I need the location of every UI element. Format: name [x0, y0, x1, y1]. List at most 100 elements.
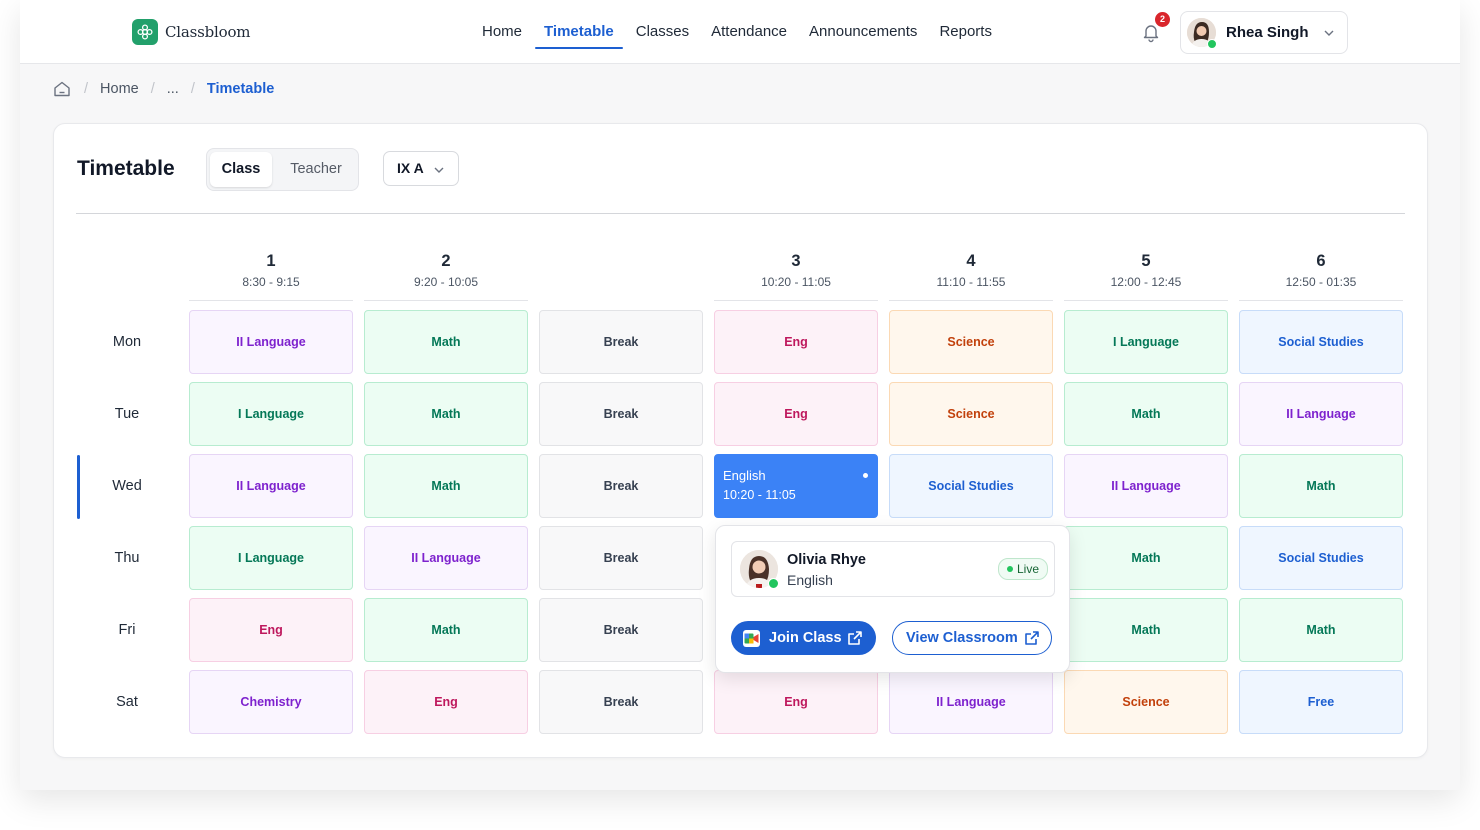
breadcrumb-ellipsis[interactable]: ... — [167, 81, 179, 97]
breadcrumb-separator: / — [190, 81, 195, 97]
period-cell[interactable]: Break — [539, 526, 703, 590]
app-logo[interactable]: Classbloom — [132, 19, 251, 45]
chevron-down-icon — [1323, 26, 1335, 44]
period-cell[interactable]: I Language — [189, 382, 353, 446]
period-cell[interactable]: I Language — [1064, 310, 1228, 374]
cell-subject: Science — [947, 407, 995, 421]
period-cell[interactable]: Math — [364, 310, 528, 374]
period-header-6: 6 12:50 - 01:35 — [1239, 251, 1403, 289]
active-period-cell[interactable]: English 10:20 - 11:05 — [714, 454, 878, 518]
period-cell[interactable]: Eng — [714, 382, 878, 446]
period-cell[interactable]: Break — [539, 598, 703, 662]
period-cell[interactable]: Break — [539, 670, 703, 734]
nav-reports[interactable]: Reports — [928, 0, 1003, 63]
period-cell[interactable]: Math — [1064, 382, 1228, 446]
period-header-2: 2 9:20 - 10:05 — [364, 251, 528, 289]
period-number: 6 — [1316, 252, 1326, 270]
toggle-class[interactable]: Class — [210, 152, 272, 187]
period-cell[interactable]: Science — [889, 382, 1053, 446]
teacher-name: Olivia Rhye — [787, 552, 866, 568]
join-class-label: Join Class — [769, 630, 842, 646]
period-cell[interactable]: II Language — [189, 310, 353, 374]
nav-classes[interactable]: Classes — [625, 0, 700, 63]
cell-subject: Break — [603, 407, 639, 421]
period-cell[interactable]: Math — [1064, 526, 1228, 590]
period-cell[interactable]: Math — [364, 454, 528, 518]
period-cell[interactable]: Eng — [189, 598, 353, 662]
breadcrumb-separator: / — [150, 81, 155, 97]
period-cell[interactable]: I Language — [189, 526, 353, 590]
period-cell[interactable]: Math — [1239, 454, 1403, 518]
cell-subject: Science — [1122, 695, 1170, 709]
period-cell[interactable]: Math — [364, 382, 528, 446]
period-cell[interactable]: Eng — [364, 670, 528, 734]
period-cell[interactable]: Free — [1239, 670, 1403, 734]
period-cell[interactable]: Break — [539, 310, 703, 374]
period-time: 10:20 - 11:05 — [761, 275, 831, 289]
period-cell[interactable]: Break — [539, 382, 703, 446]
cell-subject: Eng — [784, 695, 808, 709]
period-cell[interactable]: Math — [1239, 598, 1403, 662]
period-cell[interactable]: Eng — [714, 310, 878, 374]
period-cell[interactable]: Science — [889, 310, 1053, 374]
cell-subject: Science — [947, 335, 995, 349]
join-class-button[interactable]: Join Class — [731, 621, 876, 655]
cell-subject: Chemistry — [240, 695, 302, 709]
period-number: 2 — [441, 252, 451, 270]
cell-subject: Math — [1306, 479, 1336, 493]
user-menu[interactable]: Rhea Singh — [1180, 11, 1348, 54]
period-cell[interactable]: II Language — [189, 454, 353, 518]
cell-subject: Eng — [784, 335, 808, 349]
period-cell[interactable]: Eng — [714, 670, 878, 734]
nav-timetable[interactable]: Timetable — [533, 0, 625, 63]
cell-subject: English — [723, 468, 766, 483]
cell-subject: Math — [431, 407, 461, 421]
live-indicator-dot — [863, 473, 868, 478]
period-header-4: 4 11:10 - 11:55 — [889, 251, 1053, 289]
view-classroom-button[interactable]: View Classroom — [892, 621, 1052, 655]
nav-home[interactable]: Home — [471, 0, 533, 63]
cell-time: 10:20 - 11:05 — [723, 488, 796, 502]
cell-subject: Social Studies — [1278, 551, 1364, 565]
nav-attendance[interactable]: Attendance — [700, 0, 798, 63]
view-toggle: Class Teacher — [206, 148, 359, 191]
cell-subject: I Language — [238, 551, 304, 565]
period-cell[interactable]: Math — [364, 598, 528, 662]
period-cell[interactable]: II Language — [889, 670, 1053, 734]
period-time: 11:10 - 11:55 — [936, 275, 1006, 289]
cell-subject: Break — [603, 551, 639, 565]
period-cell[interactable]: Social Studies — [889, 454, 1053, 518]
period-cell[interactable]: Science — [1064, 670, 1228, 734]
period-number: 3 — [791, 252, 801, 270]
header-divider — [76, 213, 1405, 214]
period-cell[interactable]: Social Studies — [1239, 310, 1403, 374]
cell-subject: II Language — [1286, 407, 1356, 421]
period-cell[interactable]: Math — [1064, 598, 1228, 662]
app-window: Classbloom Home Timetable Classes Attend… — [20, 0, 1460, 790]
cell-subject: Math — [1306, 623, 1336, 637]
toggle-teacher[interactable]: Teacher — [277, 152, 355, 187]
cell-subject: Math — [431, 623, 461, 637]
class-popover: Olivia Rhye English Live Join Class View… — [715, 525, 1070, 673]
period-cell[interactable]: II Language — [1239, 382, 1403, 446]
period-cell[interactable]: II Language — [1064, 454, 1228, 518]
google-meet-icon — [743, 630, 760, 647]
day-label-mon: Mon — [112, 334, 142, 350]
period-header-underline — [889, 300, 1053, 301]
period-cell[interactable]: Social Studies — [1239, 526, 1403, 590]
period-time: 12:00 - 12:45 — [1110, 275, 1182, 289]
day-label-thu: Thu — [114, 550, 140, 566]
period-cell[interactable]: Break — [539, 454, 703, 518]
cell-subject: II Language — [411, 551, 481, 565]
class-select-value: IX A — [397, 160, 424, 176]
house-icon[interactable] — [52, 79, 72, 99]
period-cell[interactable]: II Language — [364, 526, 528, 590]
cell-subject: Eng — [434, 695, 458, 709]
period-cell[interactable]: Chemistry — [189, 670, 353, 734]
cell-subject: II Language — [936, 695, 1006, 709]
breadcrumb-home[interactable]: Home — [100, 81, 139, 97]
cell-subject: Social Studies — [1278, 335, 1364, 349]
class-select[interactable]: IX A — [383, 151, 459, 186]
nav-announcements[interactable]: Announcements — [798, 0, 928, 63]
cell-subject: Math — [1131, 407, 1161, 421]
